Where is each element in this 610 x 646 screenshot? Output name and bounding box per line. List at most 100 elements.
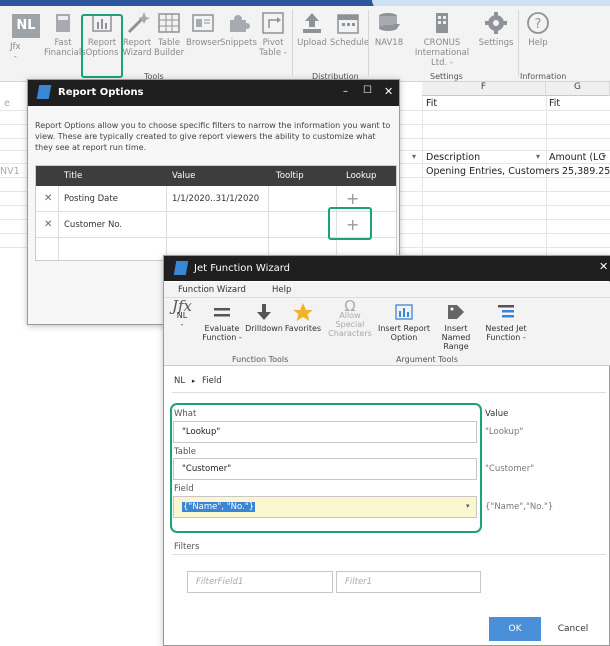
tag-icon bbox=[448, 305, 464, 319]
nl-tool-button[interactable]: Jfx NL - bbox=[170, 299, 194, 330]
settings-button[interactable]: Settings bbox=[478, 10, 514, 48]
favorites-button[interactable]: Favorites bbox=[284, 302, 322, 333]
delete-row-icon[interactable]: ✕ bbox=[44, 219, 52, 230]
what-value: "Lookup" bbox=[485, 427, 524, 437]
puzzle-icon bbox=[230, 15, 250, 32]
upload-icon bbox=[303, 13, 321, 33]
cell-amount-row1[interactable]: 25,389.25 bbox=[562, 166, 610, 177]
table-icon bbox=[158, 13, 180, 33]
table-builder-button[interactable]: Table Builder bbox=[154, 10, 184, 58]
maximize-button[interactable]: ☐ bbox=[363, 85, 372, 96]
filter-field-input[interactable]: FilterField1 bbox=[187, 571, 333, 593]
cancel-button[interactable]: Cancel bbox=[551, 617, 595, 641]
ribbon: NL Jfx - Fast Financials Report Options … bbox=[0, 6, 610, 82]
svg-text:?: ? bbox=[535, 17, 542, 32]
col-tooltip: Tooltip bbox=[276, 171, 304, 181]
jfx-label: Jfx bbox=[10, 42, 21, 52]
nested-list-icon bbox=[498, 305, 514, 318]
wizard-titlebar[interactable]: Jet Function Wizard ✕ bbox=[164, 256, 610, 281]
allow-special-characters-button[interactable]: Ω Allow Special Characters bbox=[326, 297, 374, 339]
insert-named-range-button[interactable]: Insert Named Range bbox=[430, 302, 482, 351]
jfx-button[interactable]: Jfx - bbox=[10, 42, 21, 62]
report-options-titlebar[interactable]: Report Options – ☐ ✕ bbox=[28, 80, 399, 106]
calculator-icon bbox=[56, 14, 70, 32]
star-icon bbox=[293, 303, 313, 321]
equals-icon bbox=[214, 308, 230, 317]
breadcrumb-separator-icon: ▸ bbox=[191, 377, 196, 385]
label-what: What bbox=[174, 409, 197, 419]
wand-icon bbox=[127, 12, 150, 34]
group-information: Information bbox=[520, 72, 567, 81]
schedule-button[interactable]: Schedule bbox=[330, 10, 369, 48]
cell-description-header[interactable]: Description bbox=[426, 152, 480, 163]
company-selector[interactable]: CRONUS International Ltd. - bbox=[406, 10, 478, 68]
table-field[interactable]: "Customer" bbox=[173, 458, 477, 480]
upload-button[interactable]: Upload bbox=[296, 10, 328, 48]
label-table: Table bbox=[174, 447, 196, 457]
breadcrumb-current: Field bbox=[202, 376, 222, 386]
breadcrumb-root[interactable]: NL bbox=[174, 376, 185, 386]
col-header-g[interactable]: G bbox=[546, 82, 610, 96]
snippets-button[interactable]: Snippets bbox=[220, 10, 257, 48]
group-argument-tools: Argument Tools bbox=[396, 355, 458, 364]
calendar-icon bbox=[337, 14, 359, 34]
close-button[interactable]: ✕ bbox=[384, 85, 393, 98]
report-options-highlight bbox=[81, 14, 123, 78]
lookup-add-icon[interactable]: + bbox=[346, 189, 359, 208]
row-title[interactable]: Posting Date bbox=[64, 194, 118, 204]
value-header: Value bbox=[485, 409, 509, 419]
table-value: "Customer" bbox=[485, 464, 535, 474]
col-lookup: Lookup bbox=[346, 171, 377, 181]
report-wizard-button[interactable]: Report Wizard bbox=[122, 10, 152, 58]
group-function-tools: Function Tools bbox=[232, 355, 289, 364]
filter-arrow-icon-2[interactable]: ▾ bbox=[536, 152, 540, 161]
help-button[interactable]: ? Help bbox=[522, 10, 554, 48]
jet-function-wizard-dialog: Jet Function Wizard ✕ Function Wizard He… bbox=[163, 255, 610, 646]
nl-badge[interactable]: NL bbox=[12, 14, 40, 38]
gear-icon bbox=[485, 12, 507, 34]
nav18-button[interactable]: NAV18 bbox=[372, 10, 406, 48]
filters-label: Filters bbox=[174, 542, 200, 552]
evaluate-function-button[interactable]: Evaluate Function - bbox=[202, 302, 242, 342]
drilldown-button[interactable]: Drilldown bbox=[244, 302, 284, 333]
nested-jet-function-button[interactable]: Nested Jet Function - bbox=[482, 302, 530, 342]
tab-function-wizard[interactable]: Function Wizard bbox=[178, 285, 246, 295]
filter-arrow-icon[interactable]: ▾ bbox=[412, 152, 416, 161]
report-options-description: Report Options allow you to choose speci… bbox=[35, 121, 391, 152]
filter-input[interactable]: Filter1 bbox=[336, 571, 481, 593]
jet-logo-icon bbox=[36, 85, 52, 99]
tab-help[interactable]: Help bbox=[272, 285, 291, 295]
omega-icon: Ω bbox=[344, 297, 356, 315]
chevron-down-icon[interactable]: ▾ bbox=[466, 502, 470, 510]
lookup-highlight bbox=[328, 207, 372, 240]
sheet-left-fragment: e bbox=[4, 98, 10, 109]
pivot-table-button[interactable]: Pivot Table - bbox=[258, 10, 288, 58]
wizard-toolbar: Jfx NL - Evaluate Function - Drilldown Fav… bbox=[164, 298, 610, 366]
cell-description-row1[interactable]: Opening Entries, Customers bbox=[426, 166, 559, 177]
sheet-left-fragment-2: NV1 bbox=[0, 166, 20, 177]
browser-icon bbox=[192, 14, 214, 32]
delete-row-icon[interactable]: ✕ bbox=[44, 193, 52, 204]
arrow-down-icon bbox=[257, 304, 271, 320]
browser-button[interactable]: Browser bbox=[186, 10, 220, 48]
col-value: Value bbox=[172, 171, 196, 181]
filter-arrow-icon-3[interactable]: ▾ bbox=[602, 152, 606, 161]
wizard-tab-bar: Function Wizard Help bbox=[164, 282, 610, 298]
cell-fit-g[interactable]: Fit bbox=[549, 98, 560, 109]
wizard-close-button[interactable]: ✕ bbox=[599, 260, 608, 273]
row-title[interactable]: Customer No. bbox=[64, 220, 122, 230]
row-value[interactable]: 1/1/2020..31/1/2020 bbox=[172, 194, 259, 204]
minimize-button[interactable]: – bbox=[343, 86, 348, 97]
database-icon bbox=[379, 13, 400, 31]
wizard-title: Jet Function Wizard bbox=[194, 263, 291, 274]
report-options-header: Title Value Tooltip Lookup bbox=[36, 166, 396, 186]
fast-financials-button[interactable]: Fast Financials bbox=[44, 10, 86, 58]
col-header-f[interactable]: F bbox=[422, 82, 546, 96]
what-field[interactable]: "Lookup" bbox=[173, 421, 477, 443]
insert-report-option-button[interactable]: Insert Report Option bbox=[378, 302, 430, 342]
cell-amount-header[interactable]: Amount (LC bbox=[549, 152, 605, 163]
pivot-icon bbox=[262, 12, 284, 34]
cell-fit-f[interactable]: Fit bbox=[426, 98, 437, 109]
field-select[interactable]: {"Name", "No."} ▾ bbox=[173, 496, 477, 518]
ok-button[interactable]: OK bbox=[489, 617, 541, 641]
